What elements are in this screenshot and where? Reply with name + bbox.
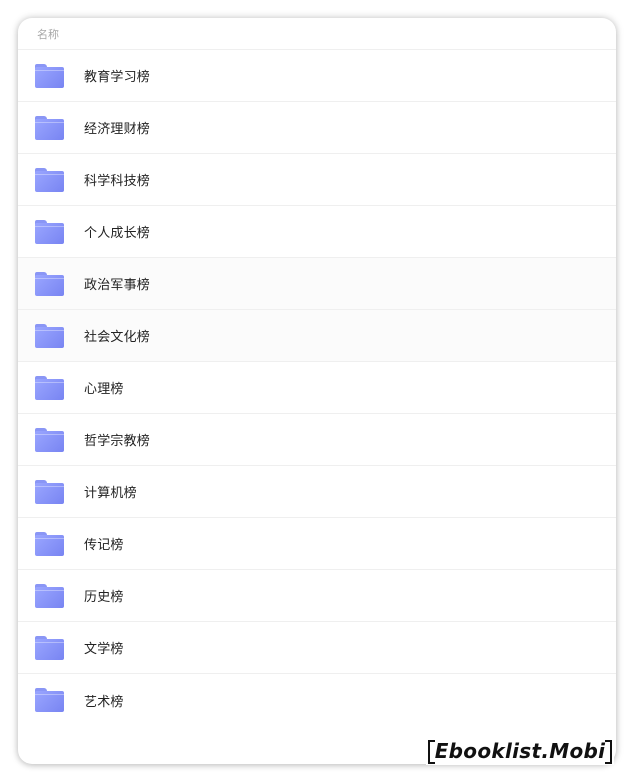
folder-icon (35, 271, 64, 296)
folder-icon (35, 531, 64, 556)
list-header: 名称 (18, 18, 616, 50)
list-item[interactable]: 教育学习榜 (18, 50, 616, 102)
folder-icon (35, 479, 64, 504)
folder-label: 心理榜 (84, 382, 124, 397)
folder-label: 计算机榜 (84, 486, 137, 501)
folder-icon (35, 427, 64, 452)
file-list-panel: 名称 教育学习榜 经济理财榜 科学科技榜 个人成长榜 政治军事榜 社会文化榜 心… (18, 18, 616, 764)
folder-icon (35, 167, 64, 192)
folder-label: 艺术榜 (84, 694, 124, 710)
folder-icon (35, 323, 64, 348)
list-item[interactable]: 个人成长榜 (18, 206, 616, 258)
list-item[interactable]: 文学榜 (18, 622, 616, 674)
folder-label: 个人成长榜 (84, 226, 151, 241)
list-item[interactable]: 社会文化榜 (18, 310, 616, 362)
folder-label: 社会文化榜 (84, 330, 151, 345)
folder-icon (35, 115, 64, 140)
folder-label: 政治军事榜 (84, 278, 151, 293)
list-item[interactable]: 历史榜 (18, 570, 616, 622)
list-item[interactable]: 政治军事榜 (18, 258, 616, 310)
folder-label: 经济理财榜 (84, 122, 151, 137)
folder-icon (35, 375, 64, 400)
watermark-logo: Ebooklist.Mobi (426, 737, 614, 765)
list-item[interactable]: 科学科技榜 (18, 154, 616, 206)
list-item[interactable]: 传记榜 (18, 518, 616, 570)
list-item[interactable]: 哲学宗教榜 (18, 414, 616, 466)
folder-label: 历史榜 (84, 590, 124, 605)
folder-label: 科学科技榜 (84, 174, 151, 189)
list-item[interactable]: 艺术榜 (18, 674, 616, 726)
folder-icon (35, 219, 64, 244)
list-item[interactable]: 经济理财榜 (18, 102, 616, 154)
list-item[interactable]: 计算机榜 (18, 466, 616, 518)
folder-icon (35, 583, 64, 608)
folder-icon (35, 635, 64, 660)
list-item[interactable]: 心理榜 (18, 362, 616, 414)
folder-icon (35, 688, 64, 712)
column-header-name[interactable]: 名称 (37, 26, 59, 42)
folder-label: 教育学习榜 (84, 70, 151, 85)
folder-icon (35, 63, 64, 88)
folder-label: 哲学宗教榜 (84, 434, 151, 449)
folder-label: 文学榜 (84, 642, 124, 657)
folder-label: 传记榜 (84, 538, 124, 553)
